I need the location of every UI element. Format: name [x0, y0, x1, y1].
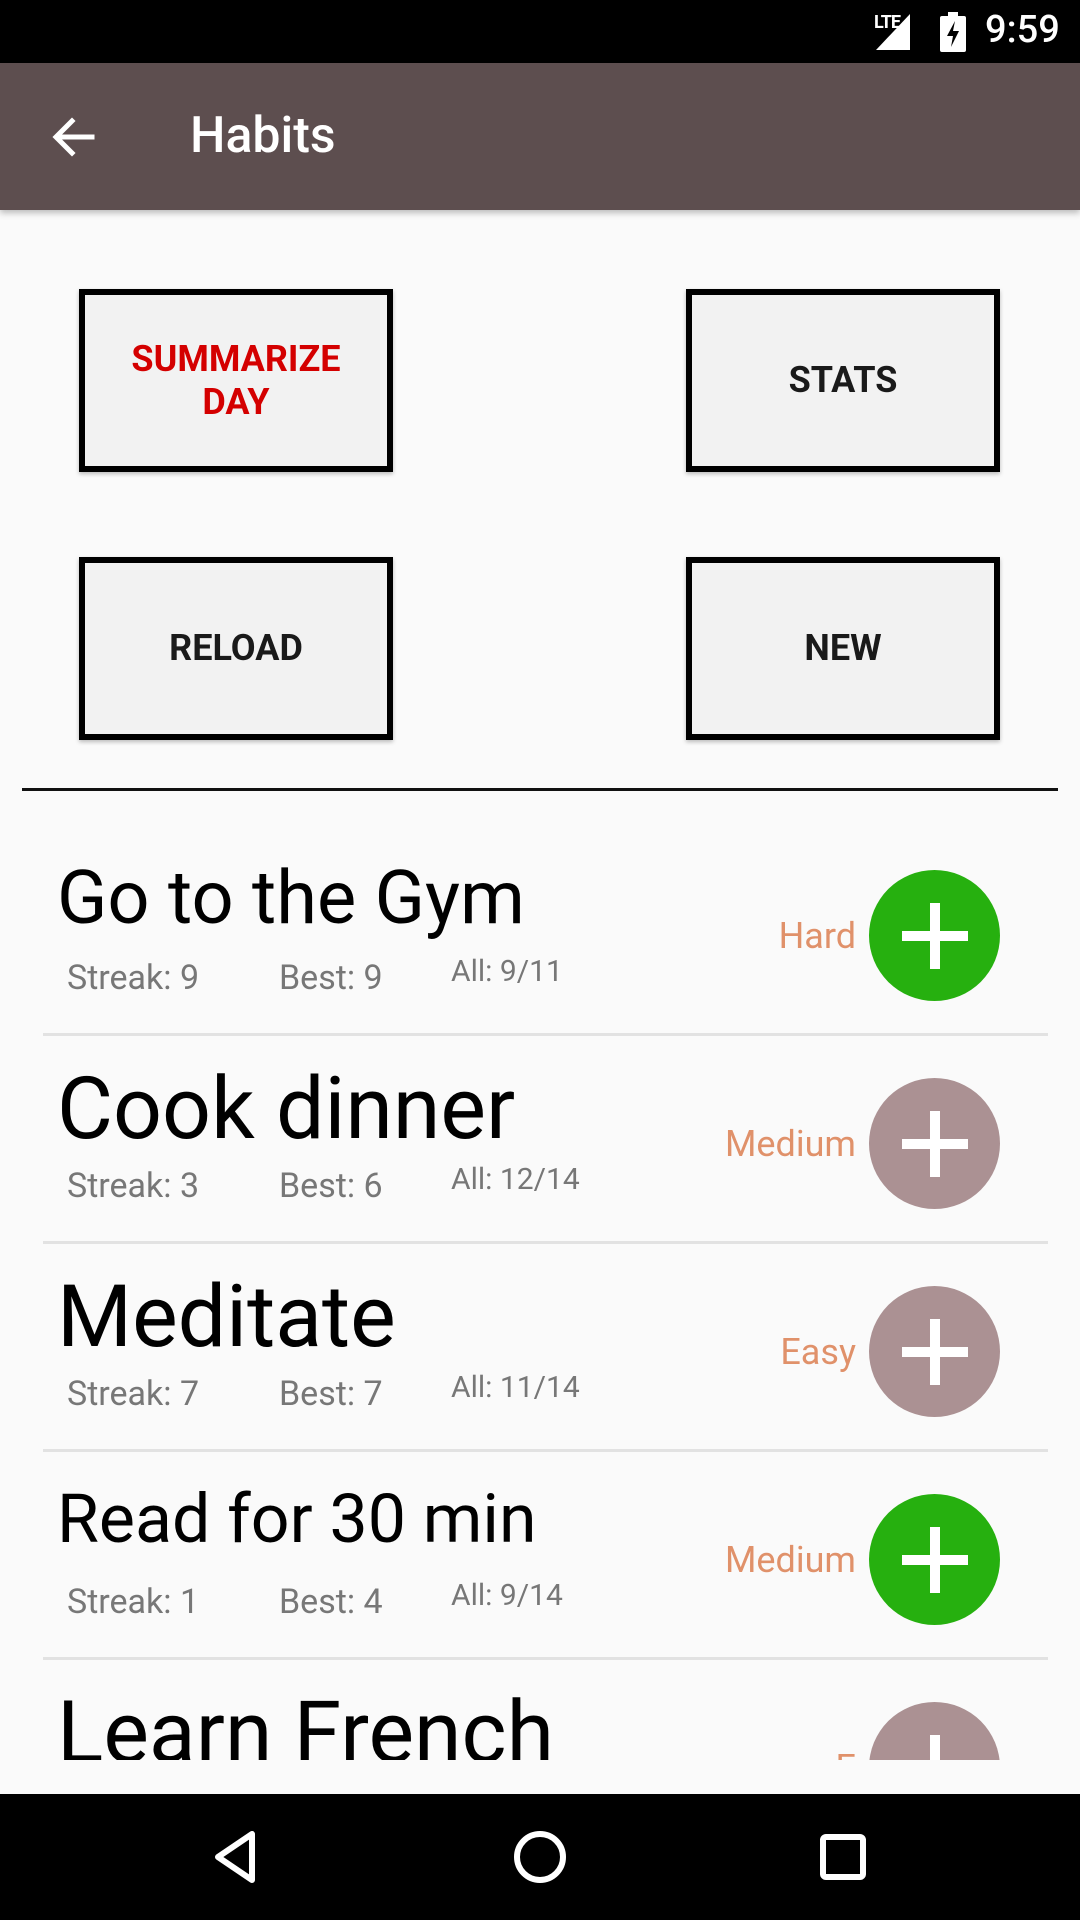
status-bar: LTE 9:59 — [0, 0, 1080, 63]
habit-all: All: 12/14 — [451, 1162, 580, 1197]
habit-streak: Streak: 1 — [67, 1582, 200, 1622]
habit-name: Go to the Gym — [57, 855, 525, 942]
habit-list[interactable]: Go to the Gym Streak: 9 Best: 9 All: 9/1… — [0, 830, 1080, 1760]
stats-label: STATS — [788, 359, 898, 401]
clock: 9:59 — [985, 8, 1060, 52]
new-label: NEW — [804, 627, 882, 669]
summarize-day-label: SUMMARIZE DAY — [131, 337, 341, 423]
habit-name: Read for 30 min — [57, 1479, 537, 1559]
habit-streak: Streak: 9 — [67, 958, 200, 998]
habit-name: Cook dinner — [57, 1058, 516, 1159]
plus-icon — [901, 1318, 968, 1385]
new-habit-button[interactable]: NEW — [686, 557, 1000, 740]
recents-nav-icon[interactable] — [810, 1824, 876, 1890]
plus-icon — [929, 1734, 940, 1760]
add-completion-button[interactable] — [869, 1286, 1000, 1417]
habit-name: Meditate — [57, 1266, 396, 1367]
habits-screen: LTE 9:59 Habits SUMMARIZE DAY STATS RELO… — [0, 0, 1080, 1920]
habit-difficulty: Medium — [725, 1539, 856, 1581]
habit-card[interactable]: Go to the Gym Streak: 9 Best: 9 All: 9/1… — [43, 830, 1048, 1036]
plus-icon — [901, 1526, 968, 1593]
system-nav-bar — [0, 1794, 1080, 1920]
plus-icon — [901, 902, 968, 969]
habit-all: All: 11/14 — [451, 1370, 580, 1405]
habit-difficulty: Easy — [780, 1331, 856, 1373]
habit-best: Best: 9 — [279, 958, 383, 998]
plus-icon — [901, 1110, 968, 1177]
habit-card[interactable]: Meditate Streak: 7 Best: 7 All: 11/14 Ea… — [43, 1246, 1048, 1452]
habit-difficulty: Hard — [778, 915, 856, 957]
add-completion-button[interactable] — [869, 1702, 1000, 1760]
habit-best: Best: 7 — [279, 1374, 383, 1414]
habit-card[interactable]: Learn French E — [43, 1662, 1048, 1760]
summarize-day-button[interactable]: SUMMARIZE DAY — [79, 289, 393, 472]
habit-all: All: 9/14 — [451, 1578, 563, 1613]
habit-streak: Streak: 3 — [67, 1166, 200, 1206]
reload-button[interactable]: RELOAD — [79, 557, 393, 740]
back-nav-icon[interactable] — [204, 1824, 270, 1890]
habit-difficulty: Medium — [725, 1123, 856, 1165]
habit-card[interactable]: Cook dinner Streak: 3 Best: 6 All: 12/14… — [43, 1038, 1048, 1244]
add-completion-button[interactable] — [869, 870, 1000, 1001]
habit-all: All: 9/11 — [451, 954, 563, 989]
add-completion-button[interactable] — [869, 1078, 1000, 1209]
habit-best: Best: 6 — [279, 1166, 383, 1206]
divider — [22, 788, 1058, 791]
add-completion-button[interactable] — [869, 1494, 1000, 1625]
reload-label: RELOAD — [169, 627, 303, 669]
habit-card[interactable]: Read for 30 min Streak: 1 Best: 4 All: 9… — [43, 1454, 1048, 1660]
home-nav-icon[interactable] — [507, 1824, 573, 1890]
stats-button[interactable]: STATS — [686, 289, 1000, 472]
back-arrow-icon[interactable] — [46, 109, 102, 165]
app-bar: Habits — [0, 63, 1080, 210]
habit-best: Best: 4 — [279, 1582, 383, 1622]
page-title: Habits — [190, 107, 336, 165]
habit-difficulty: E — [836, 1747, 856, 1760]
signal-icon — [876, 14, 910, 50]
habit-name: Learn French — [57, 1682, 554, 1760]
battery-charging-icon — [940, 12, 966, 52]
habit-streak: Streak: 7 — [67, 1374, 200, 1414]
